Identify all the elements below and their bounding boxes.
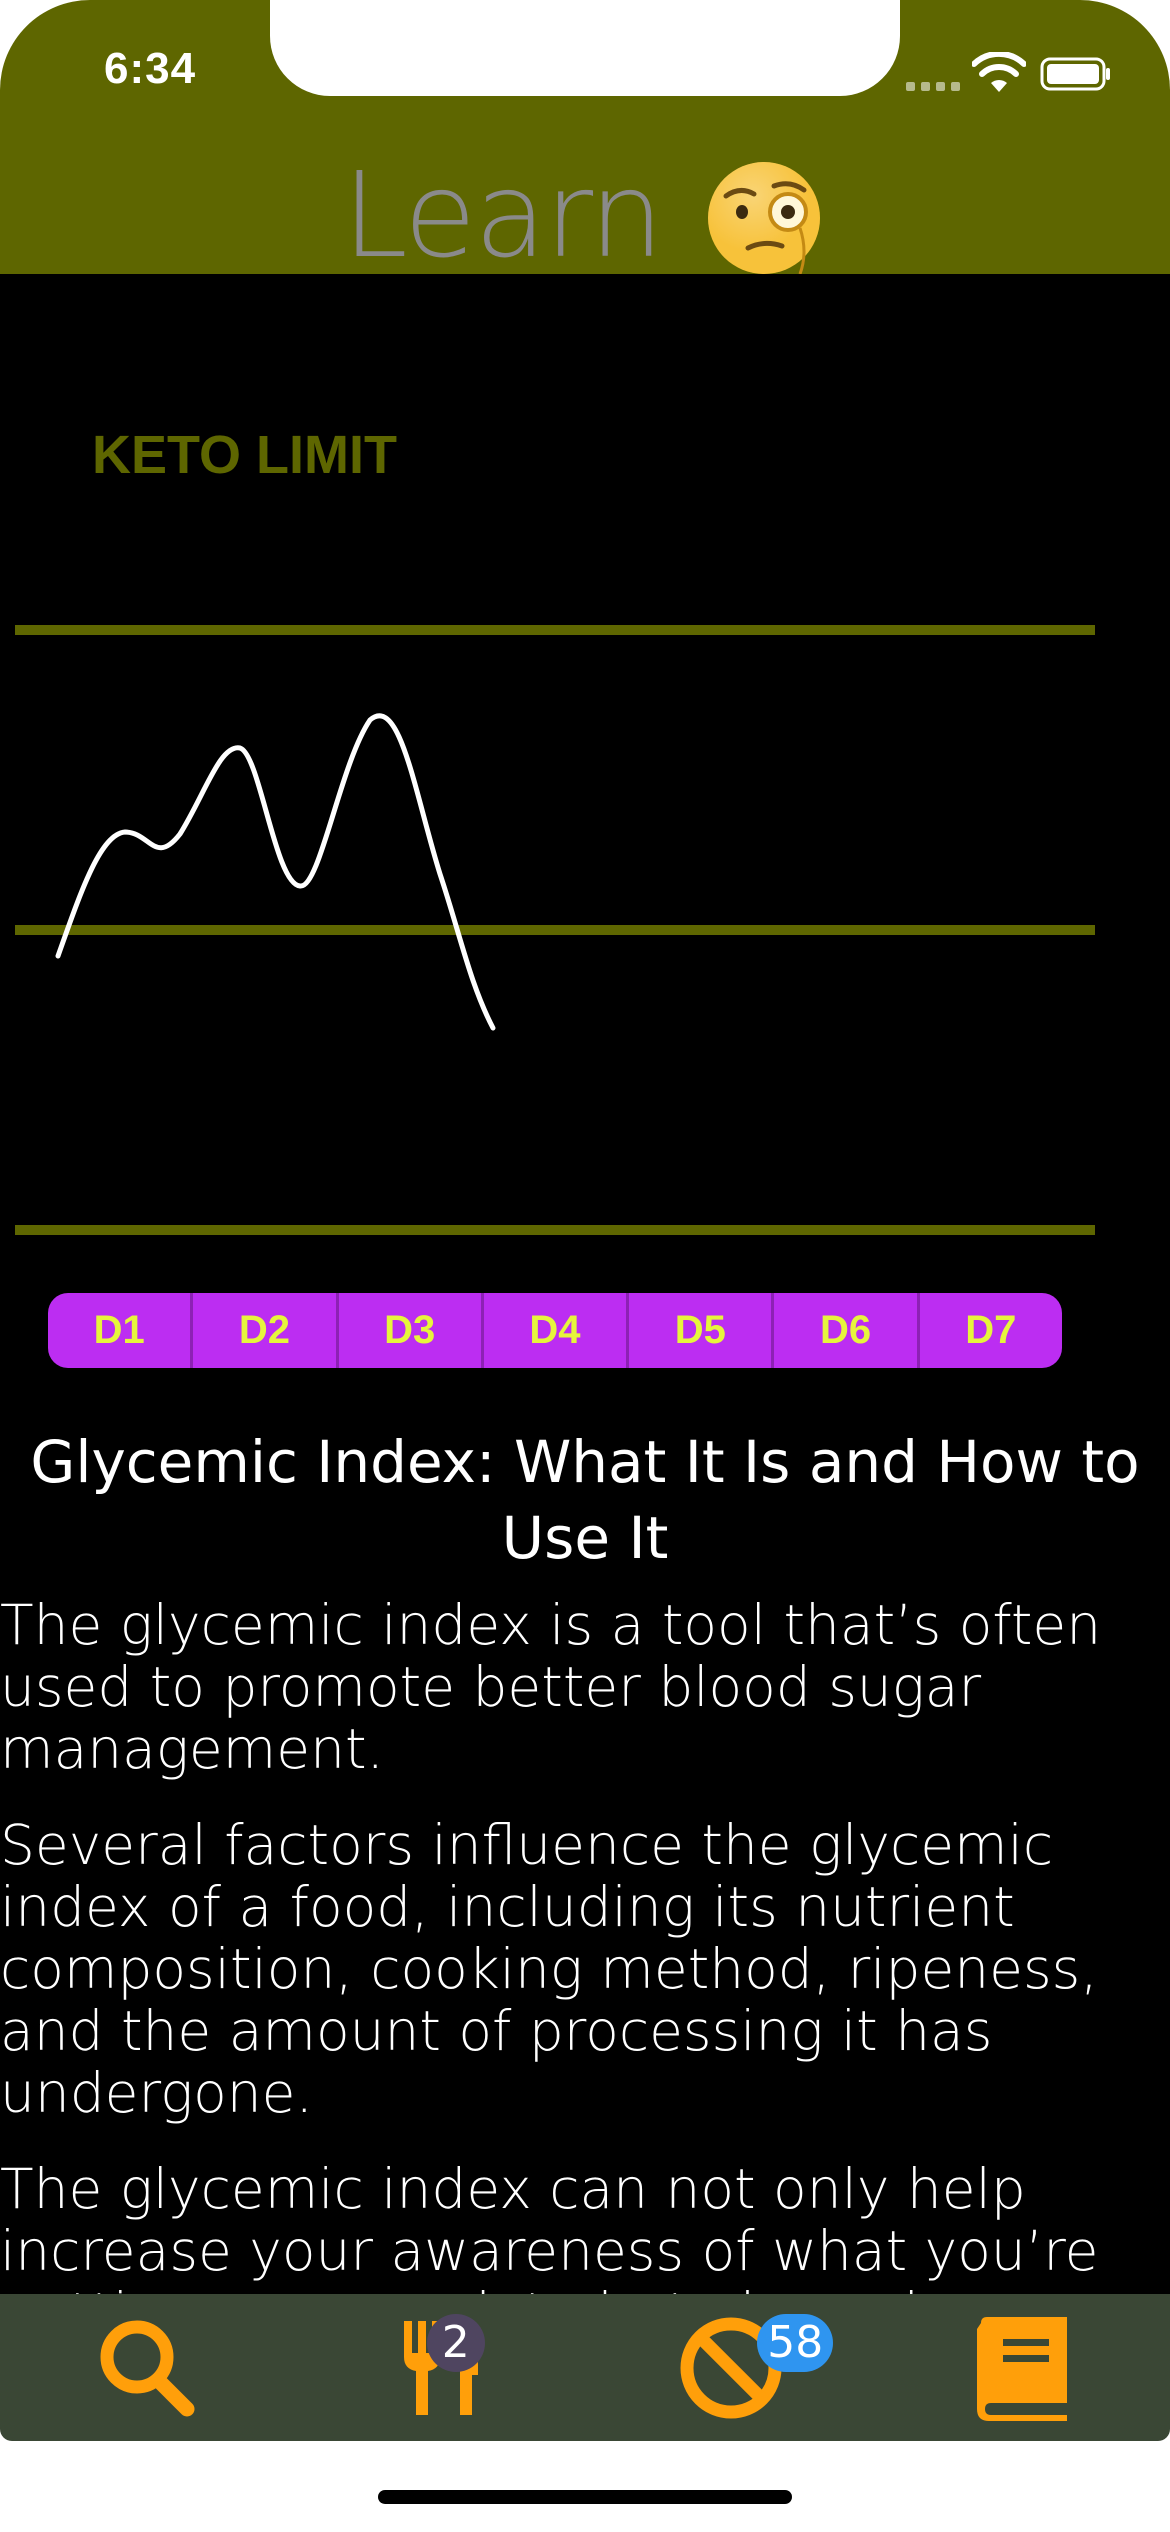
wifi-icon bbox=[972, 52, 1026, 92]
keto-chart: KETO LIMIT bbox=[0, 274, 1170, 1374]
home-indicator[interactable] bbox=[378, 2490, 792, 2504]
article-paragraph: The glycemic index can not only help inc… bbox=[0, 2157, 1099, 2294]
cellular-signal-icon bbox=[906, 82, 960, 91]
article-body: The glycemic index is a tool that’s ofte… bbox=[0, 1594, 1170, 2294]
page-title-text: Learn bbox=[342, 146, 664, 274]
day-tab-d1[interactable]: D1 bbox=[48, 1293, 194, 1368]
day-selector: D1 D2 D3 D4 D5 D6 D7 bbox=[48, 1293, 1062, 1368]
day-tab-d6[interactable]: D6 bbox=[774, 1293, 920, 1368]
chart-canvas bbox=[15, 625, 1095, 1235]
monocle-face-icon bbox=[707, 162, 820, 274]
article-paragraph: Several factors influence the glycemic i… bbox=[0, 1813, 1098, 2125]
day-tab-d5[interactable]: D5 bbox=[629, 1293, 775, 1368]
page-title: Learn bbox=[0, 150, 1170, 274]
tab-excluded[interactable]: 58 bbox=[671, 2308, 834, 2428]
book-icon bbox=[976, 2316, 1067, 2421]
data-series-line bbox=[55, 713, 496, 1031]
tab-search[interactable] bbox=[86, 2308, 206, 2428]
search-icon bbox=[100, 2320, 195, 2416]
meals-badge: 2 bbox=[426, 2313, 485, 2372]
day-tab-d2[interactable]: D2 bbox=[193, 1293, 339, 1368]
device-notch bbox=[270, 0, 900, 96]
tab-bar: 2 58 bbox=[0, 2294, 1170, 2441]
excluded-badge: 58 bbox=[757, 2313, 834, 2372]
day-tab-d3[interactable]: D3 bbox=[339, 1293, 484, 1368]
tab-learn[interactable] bbox=[964, 2308, 1084, 2428]
battery-icon bbox=[1040, 57, 1110, 91]
tab-meals[interactable]: 2 bbox=[379, 2308, 499, 2428]
day-tab-d4[interactable]: D4 bbox=[484, 1293, 630, 1368]
learn-content[interactable]: KETO LIMIT D1 D2 D3 D4 D5 D6 D7 Glycemic… bbox=[0, 274, 1170, 2294]
header: 6:34 Learn bbox=[0, 0, 1170, 274]
day-tab-d7[interactable]: D7 bbox=[920, 1293, 1062, 1368]
article-title: Glycemic Index: What It Is and How to Us… bbox=[30, 1428, 1140, 1572]
article-paragraph: The glycemic index is a tool that’s ofte… bbox=[0, 1593, 1102, 1781]
status-time: 6:34 bbox=[104, 44, 197, 93]
